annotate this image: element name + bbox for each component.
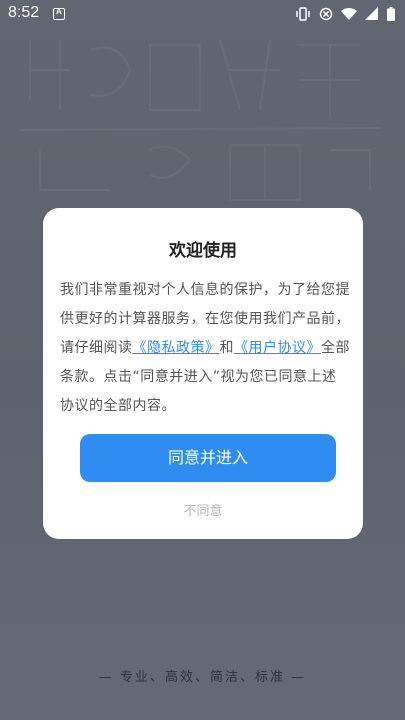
notification-app-icon-letter: A <box>56 7 62 16</box>
user-agreement-link[interactable]: 《用户协议》 <box>234 340 321 356</box>
status-time: 8:52 <box>8 4 40 21</box>
battery-icon <box>387 7 395 21</box>
app-slogan: — 专业、高效、简洁、标准 — <box>98 670 307 685</box>
vibrate-icon <box>296 7 310 21</box>
notification-app-icon: A <box>53 7 65 20</box>
dialog-title: 欢迎使用 <box>169 241 237 261</box>
signal-icon <box>365 7 378 20</box>
agree-and-enter-button[interactable]: 同意并进入 <box>80 434 336 482</box>
status-icons <box>295 6 395 22</box>
privacy-policy-link[interactable]: 《隐私政策》 <box>133 340 220 356</box>
disagree-button[interactable]: 不同意 <box>43 500 363 519</box>
wifi-icon <box>341 8 357 20</box>
privacy-consent-dialog: 欢迎使用 我们非常重视对个人信息的保护，为了给您提供更好的计算器服务，在您使用我… <box>43 208 363 539</box>
alarm-icon <box>319 7 333 21</box>
dialog-body: 我们非常重视对个人信息的保护，为了给您提供更好的计算器服务，在您使用我们产品前，… <box>60 276 350 421</box>
dialog-body-and: 和 <box>219 340 234 356</box>
status-bar: 8:52 A <box>0 0 405 28</box>
